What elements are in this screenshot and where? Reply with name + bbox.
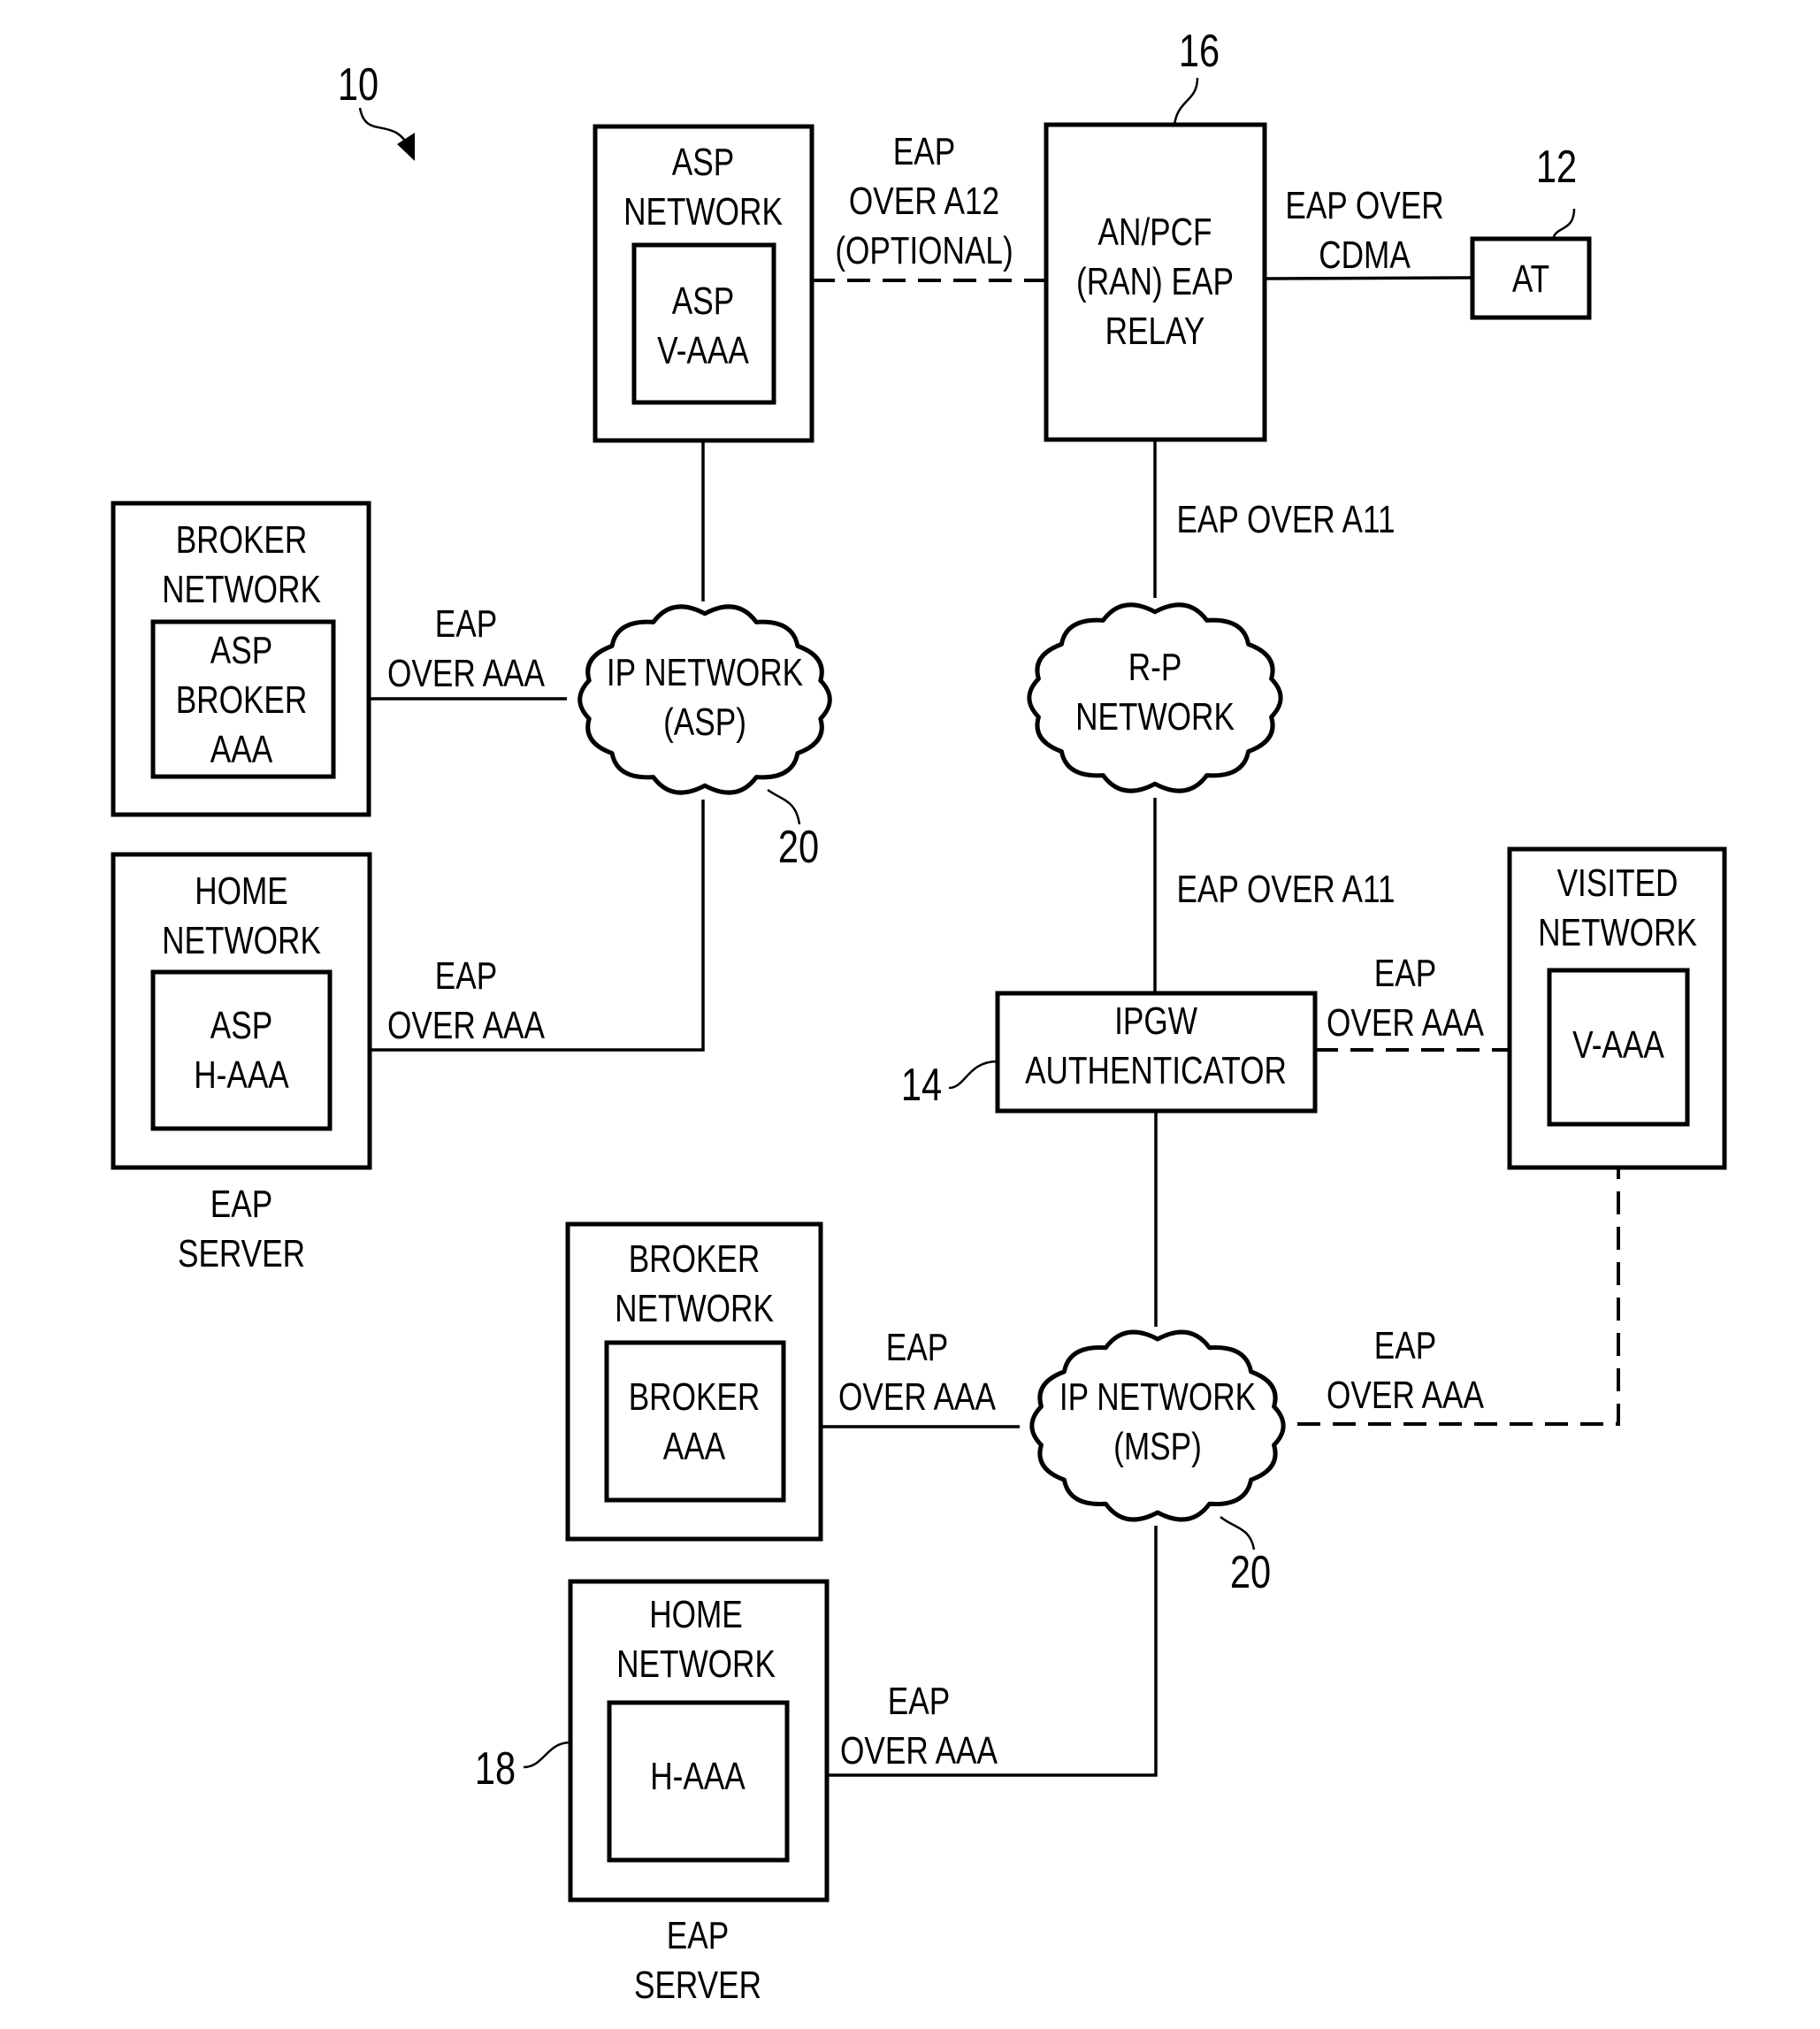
- figure-reference-numeral: 10: [338, 58, 379, 111]
- broker-aaa: [604, 1340, 786, 1503]
- ref-16-leader: [1173, 77, 1199, 126]
- ref-14-leader: [948, 1060, 998, 1090]
- ipgw-visited-link-label-line-1: EAP: [1374, 952, 1436, 995]
- ip-network-msp-ref: 20: [1230, 1546, 1271, 1598]
- home-network-msp-title-line-2: NETWORK: [616, 1642, 776, 1686]
- link-an-pcf-to-at: [1264, 276, 1473, 280]
- home-network-msp-title-line-1: HOME: [649, 1593, 743, 1636]
- broker-msp-link-label-line-1: EAP: [886, 1326, 948, 1369]
- ref-20-asp-leader: [767, 788, 801, 825]
- broker-network-msp-title-line-1: BROKER: [629, 1237, 761, 1281]
- ip-network-asp-ref: 20: [778, 821, 819, 873]
- rp-network-label-line-1: R-P: [1128, 646, 1182, 689]
- ip-network-msp-label-line-1: IP NETWORK: [1059, 1375, 1257, 1419]
- link-a12-label-line-2: OVER A12: [849, 180, 999, 223]
- link-a11-lower-label: EAP OVER A11: [1176, 868, 1395, 911]
- home-network-msp-caption-line-1: EAP: [667, 1914, 729, 1957]
- home-asp-link-label-line-2: OVER AAA: [387, 1004, 545, 1047]
- home-network-asp-caption-line-2: SERVER: [178, 1232, 305, 1275]
- an-pcf-label-line-2: (RAN) EAP: [1076, 260, 1234, 303]
- reference-leaders: [358, 77, 1576, 1769]
- at-ref: 12: [1536, 141, 1577, 193]
- link-a11-upper-label: EAP OVER A11: [1176, 498, 1395, 541]
- v-aaa-label: V-AAA: [1572, 1023, 1664, 1067]
- ip-network-asp-label-line-2: (ASP): [663, 701, 746, 744]
- home-network-msp-ref: 18: [475, 1742, 516, 1795]
- asp-h-aaa-label-line-2: H-AAA: [194, 1053, 289, 1097]
- ipgw-visited-link-label-line-2: OVER AAA: [1327, 1001, 1484, 1045]
- link-cdma-label-line-1: EAP OVER: [1285, 184, 1443, 227]
- ip-network-asp-cloud: [577, 604, 832, 795]
- ipgw-label-line-2: AUTHENTICATOR: [1025, 1049, 1287, 1092]
- ip-network-asp-label-line-1: IP NETWORK: [607, 651, 804, 694]
- broker-network-asp-title-line-2: NETWORK: [162, 568, 321, 611]
- asp-broker-aaa-label-line-2: BROKER: [176, 678, 308, 722]
- asp-h-aaa: [150, 969, 333, 1131]
- home-msp-link-label-line-2: OVER AAA: [840, 1729, 998, 1773]
- home-network-asp-title-line-1: HOME: [195, 869, 288, 913]
- ip-network-msp-label-line-2: (MSP): [1113, 1425, 1202, 1468]
- home-network-asp-title-line-2: NETWORK: [162, 919, 321, 962]
- visited-network-title-line-1: VISITED: [1557, 861, 1679, 905]
- ipmsp-visited-link-label-line-2: OVER AAA: [1327, 1374, 1484, 1417]
- eap-network-architecture-diagram: 10 ASP NETWORK ASP V-AAA AN/PCF (RAN) EAP RELAY…: [111, 25, 1727, 2007]
- broker-msp-link-label-line-2: OVER AAA: [838, 1375, 996, 1419]
- an-pcf-label-line-1: AN/PCF: [1097, 211, 1212, 254]
- asp-network-title-line-1: ASP: [672, 141, 734, 184]
- asp-h-aaa-label-line-1: ASP: [210, 1004, 272, 1047]
- home-msp-link-label-line-1: EAP: [888, 1680, 950, 1723]
- broker-network-asp-title-line-1: BROKER: [176, 518, 308, 562]
- broker-network-msp-title-line-2: NETWORK: [615, 1287, 774, 1330]
- ref-20-msp-leader: [1220, 1516, 1256, 1550]
- labels: 10 ASP NETWORK ASP V-AAA AN/PCF (RAN) EAP RELAY…: [162, 25, 1697, 2007]
- h-aaa-label: H-AAA: [650, 1755, 746, 1798]
- broker-asp-link-label-line-1: EAP: [435, 602, 497, 646]
- visited-network-title-line-2: NETWORK: [1538, 911, 1697, 954]
- ipgw-label-line-1: IPGW: [1114, 999, 1197, 1043]
- link-cdma-label-line-2: CDMA: [1319, 234, 1411, 277]
- home-asp-link-label-line-1: EAP: [435, 954, 497, 998]
- asp-v-aaa: [631, 242, 776, 405]
- an-pcf-ref: 16: [1179, 25, 1220, 77]
- an-pcf-label-line-3: RELAY: [1105, 310, 1205, 353]
- broker-aaa-label-line-2: AAA: [663, 1425, 726, 1468]
- link-a12-label-line-3: (OPTIONAL): [835, 229, 1013, 272]
- ref-18-leader: [523, 1741, 571, 1769]
- ref-10-arrowhead-icon: [397, 133, 415, 161]
- broker-aaa-label-line-1: BROKER: [629, 1375, 761, 1419]
- asp-v-aaa-label-line-2: V-AAA: [657, 329, 749, 372]
- asp-v-aaa-label-line-1: ASP: [672, 279, 734, 323]
- rp-network-label-line-2: NETWORK: [1075, 695, 1235, 739]
- asp-broker-aaa-label-line-3: AAA: [210, 728, 273, 771]
- ipgw-ref: 14: [901, 1059, 942, 1111]
- home-network-msp-caption-line-2: SERVER: [634, 1964, 761, 2007]
- asp-broker-aaa-label-line-1: ASP: [210, 629, 272, 672]
- ref-12-leader: [1551, 208, 1576, 240]
- home-network-asp-caption-line-1: EAP: [210, 1183, 272, 1226]
- asp-network-title-line-2: NETWORK: [623, 190, 783, 234]
- link-a12-label-line-1: EAP: [893, 130, 955, 173]
- at-label: AT: [1512, 257, 1549, 301]
- broker-asp-link-label-line-2: OVER AAA: [387, 652, 545, 695]
- ipmsp-visited-link-label-line-1: EAP: [1374, 1324, 1436, 1367]
